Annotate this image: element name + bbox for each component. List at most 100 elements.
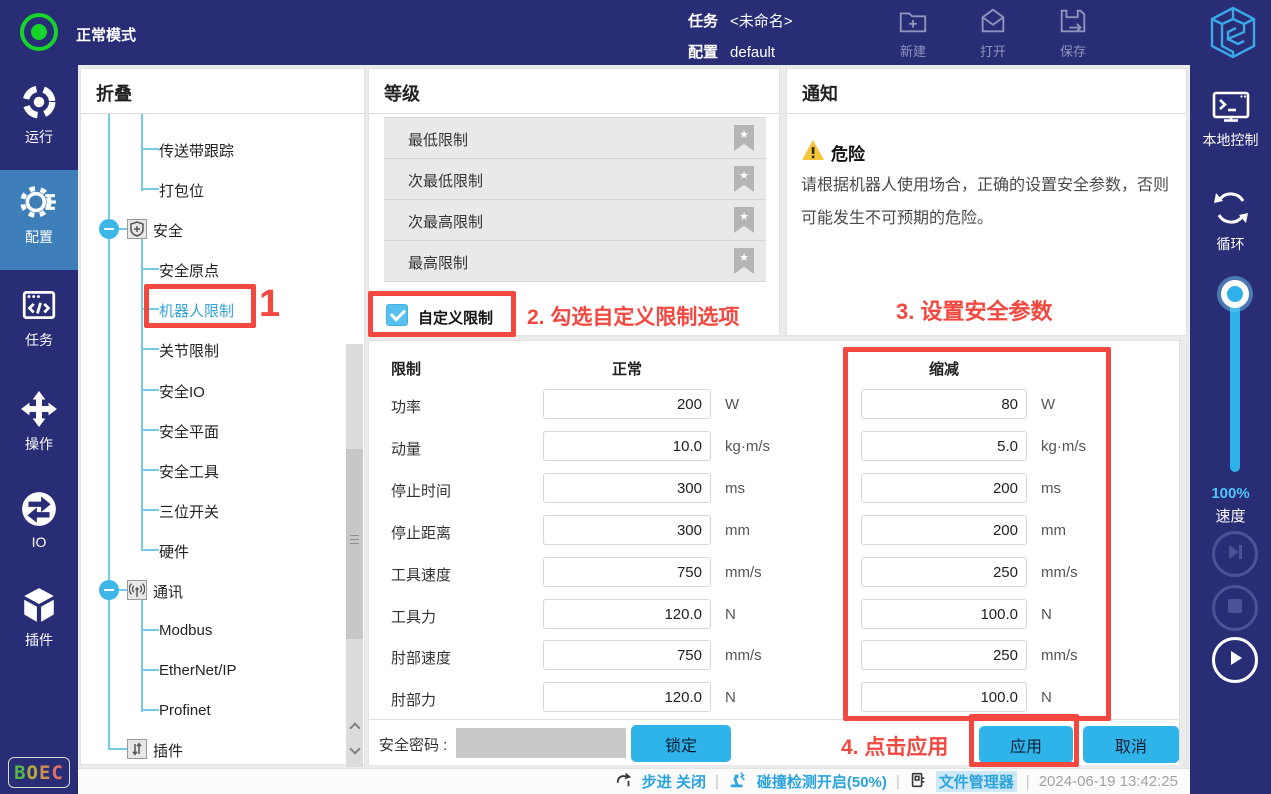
open-button[interactable]: 打开 <box>961 5 1025 60</box>
notice-header-label: 通知 <box>802 80 838 106</box>
unit-label: mm <box>725 522 750 539</box>
tree-line <box>141 669 159 671</box>
annotation-step4: 4. 点击应用 <box>841 731 948 761</box>
col-header-limit: 限制 <box>391 358 421 379</box>
annotation-box-step2 <box>368 291 516 337</box>
elbow-speed-normal-input[interactable] <box>543 640 711 670</box>
sidebar-item-io[interactable]: IO <box>0 490 78 550</box>
sidebar-item-run[interactable]: 运行 <box>0 83 78 147</box>
tree-item-joint-limits[interactable]: 关节限制 <box>159 340 219 361</box>
annotation-step3: 3. 设置安全参数 <box>896 294 1052 326</box>
tree-item-plugins[interactable]: 插件 <box>153 740 183 761</box>
collision-status[interactable]: 碰撞检测开启(50%) <box>757 771 887 792</box>
save-button[interactable]: 保存 <box>1041 5 1105 60</box>
sidebar-item-plugin[interactable]: 插件 <box>0 586 78 650</box>
step-play-button[interactable] <box>1212 531 1258 577</box>
speed-slider-handle[interactable] <box>1221 280 1249 308</box>
tree-item-modbus[interactable]: Modbus <box>159 622 212 639</box>
power-normal-input[interactable] <box>543 389 711 419</box>
annotation-box-apply <box>969 714 1079 767</box>
config-label: 配置 <box>688 44 718 61</box>
divider: | <box>896 773 900 790</box>
tree-line <box>141 509 159 511</box>
stop-button[interactable] <box>1212 585 1258 631</box>
loop-button[interactable]: 循环 <box>1190 187 1271 254</box>
level-row-label: 次最低限制 <box>408 170 483 191</box>
tree-line <box>141 268 159 270</box>
sidebar-item-label: 插件 <box>25 632 53 648</box>
play-button[interactable] <box>1212 637 1258 683</box>
tree-item-safe-home[interactable]: 安全原点 <box>159 260 219 281</box>
bookmark-icon[interactable]: ★ <box>734 166 754 192</box>
limit-row-label: 肘部速度 <box>391 647 451 668</box>
save-icon <box>1041 5 1105 37</box>
level-row-label: 次最高限制 <box>408 211 483 232</box>
lock-button[interactable]: 锁定 <box>631 725 731 762</box>
collapse-node-icon[interactable] <box>99 580 119 600</box>
brand-letter: O <box>27 762 39 784</box>
tree-line <box>119 228 127 230</box>
tree-item-communication[interactable]: 通讯 <box>153 581 183 602</box>
safety-password-input[interactable] <box>456 728 626 758</box>
limit-row-label: 工具速度 <box>391 564 451 585</box>
level-row-highest[interactable]: 最高限制 ★ <box>384 241 766 282</box>
config-tree-panel: 折叠 传送带跟踪 打包位 安全 安全原点 机器人限制 关节限制 安全IO 安全平… <box>80 68 365 765</box>
top-bar: 正常模式 任务<未命名> 配置default 新建 打开 保存 <box>0 0 1271 65</box>
app-logo-icon <box>1208 5 1258 60</box>
elbow-force-normal-input[interactable] <box>543 682 711 712</box>
annotation-step1: 1 <box>259 283 280 326</box>
robot-status-indicator <box>20 13 58 51</box>
bookmark-icon[interactable]: ★ <box>734 207 754 233</box>
speed-slider-track[interactable] <box>1230 292 1240 472</box>
local-control-button[interactable]: 本地控制 <box>1190 89 1271 150</box>
sidebar-item-config[interactable]: 配置 <box>0 183 78 247</box>
collapse-label[interactable]: 折叠 <box>96 80 132 106</box>
run-icon <box>0 83 78 121</box>
stop-distance-normal-input[interactable] <box>543 515 711 545</box>
tree-item-safety[interactable]: 安全 <box>153 220 183 241</box>
sidebar-item-operate[interactable]: 操作 <box>0 390 78 454</box>
brand-badge: B O E C <box>8 757 70 788</box>
tree-item-safety-plane[interactable]: 安全平面 <box>159 421 219 442</box>
bookmark-icon[interactable]: ★ <box>734 125 754 151</box>
tree-line <box>141 629 159 631</box>
stop-icon <box>1227 598 1243 619</box>
tree-item-hardware[interactable]: 硬件 <box>159 541 189 562</box>
tree-item-three-position-switch[interactable]: 三位开关 <box>159 501 219 522</box>
level-row-second-highest[interactable]: 次最高限制 ★ <box>384 200 766 241</box>
tree-line <box>141 709 159 711</box>
cancel-button[interactable]: 取消 <box>1083 726 1179 763</box>
new-button[interactable]: 新建 <box>881 5 945 60</box>
tree-item-packing[interactable]: 打包位 <box>159 180 204 201</box>
bookmark-icon[interactable]: ★ <box>734 248 754 274</box>
level-row-second-lowest[interactable]: 次最低限制 ★ <box>384 159 766 200</box>
tool-force-normal-input[interactable] <box>543 599 711 629</box>
stop-time-normal-input[interactable] <box>543 473 711 503</box>
tree-item-safety-tool[interactable]: 安全工具 <box>159 461 219 482</box>
tree-item-conveyor[interactable]: 传送带跟踪 <box>159 140 234 161</box>
tree-item-safety-io[interactable]: 安全IO <box>159 381 205 402</box>
sidebar-item-task[interactable]: 任务 <box>0 286 78 350</box>
step-status[interactable]: 步进 关闭 <box>642 771 706 792</box>
danger-text: 请根据机器人使用场合，正确的设置安全参数，否则可能发生不可预期的危险。 <box>801 169 1179 235</box>
collapse-node-icon[interactable] <box>99 219 119 239</box>
limits-panel-scrollbar[interactable] <box>1179 341 1186 764</box>
brand-letter: E <box>39 762 51 784</box>
level-row-lowest[interactable]: 最低限制 ★ <box>384 118 766 159</box>
tree-line <box>141 600 143 712</box>
tree-item-ethernet-ip[interactable]: EtherNet/IP <box>159 662 237 679</box>
momentum-normal-input[interactable] <box>543 431 711 461</box>
limit-row-label: 动量 <box>391 438 421 459</box>
tree-panel-header: 折叠 <box>81 69 364 114</box>
tree-scrollbar-thumb[interactable] <box>346 449 363 639</box>
file-manager-link[interactable]: 文件管理器 <box>936 771 1017 792</box>
sliders-icon <box>127 739 147 759</box>
step-icon <box>615 771 633 793</box>
tool-speed-normal-input[interactable] <box>543 557 711 587</box>
speed-percent: 100% <box>1190 485 1271 502</box>
tree-item-profinet[interactable]: Profinet <box>159 702 211 719</box>
local-control-label: 本地控制 <box>1203 132 1259 148</box>
divider: | <box>715 773 719 790</box>
unit-label: mm/s <box>725 647 762 664</box>
loop-label: 循环 <box>1217 236 1245 252</box>
